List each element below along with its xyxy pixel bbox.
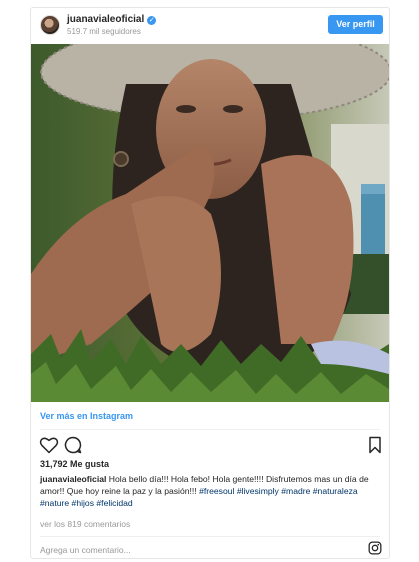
hashtag[interactable]: #nature — [40, 498, 69, 508]
username[interactable]: juanavialeoficial ✓ — [67, 14, 157, 25]
hashtag[interactable]: #freesoul — [199, 486, 234, 496]
hashtag[interactable]: #madre — [281, 486, 310, 496]
instagram-glyph-icon[interactable] — [368, 541, 382, 555]
post-caption: juanavialeoficial Hola bello día!!! Hola… — [40, 473, 380, 509]
hashtag[interactable]: #hijos — [72, 498, 94, 508]
hashtag[interactable]: #naturaleza — [313, 486, 358, 496]
comment-field[interactable]: Agrega un comentario... — [40, 545, 131, 555]
username-text[interactable]: juanavialeoficial — [67, 14, 144, 25]
post-header: juanavialeoficial ✓ 519.7 mil seguidores … — [31, 8, 389, 44]
bookmark-icon[interactable] — [365, 435, 385, 455]
divider — [40, 429, 380, 430]
post-image — [31, 44, 389, 402]
avatar[interactable] — [40, 15, 60, 35]
follower-count: 519.7 mil seguidores — [67, 27, 141, 36]
view-comments-link[interactable]: ver los 819 comentarios — [40, 519, 130, 529]
hashtag[interactable]: #felicidad — [96, 498, 132, 508]
caption-username[interactable]: juanavialeoficial — [40, 474, 106, 484]
post-photo[interactable] — [31, 44, 389, 402]
heart-icon[interactable] — [39, 435, 59, 455]
divider — [40, 536, 380, 537]
view-profile-button[interactable]: Ver perfil — [328, 15, 383, 34]
like-count[interactable]: 31,792 Me gusta — [40, 459, 109, 469]
instagram-embed-card: juanavialeoficial ✓ 519.7 mil seguidores … — [30, 7, 390, 559]
action-bar — [31, 435, 389, 457]
comment-icon[interactable] — [63, 435, 83, 455]
hashtag[interactable]: #livesimply — [237, 486, 279, 496]
view-more-on-instagram-link[interactable]: Ver más en Instagram — [40, 411, 133, 421]
verified-badge-icon: ✓ — [147, 16, 157, 25]
